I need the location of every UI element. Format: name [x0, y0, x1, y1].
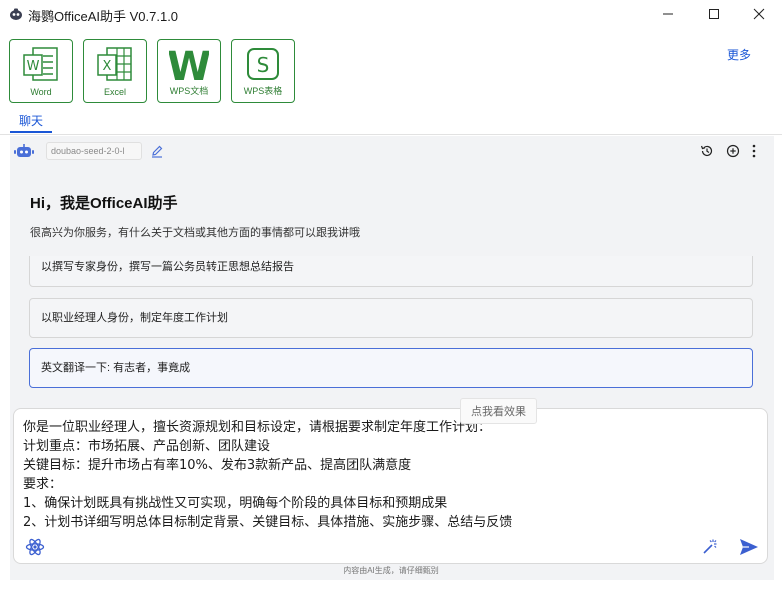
- close-icon: [753, 8, 765, 20]
- greeting-subtitle: 很高兴为你服务，有什么关于文档或其他方面的事情都可以跟我讲哦: [30, 227, 360, 239]
- word-doc-icon: W: [23, 47, 58, 81]
- app-tile-label: Word: [30, 87, 52, 97]
- prompt-line: 你是一位职业经理人，擅长资源规划和目标设定，请根据要求制定年度工作计划：: [23, 420, 492, 435]
- svg-text:W: W: [169, 46, 209, 84]
- title-bar: 海鹦OfficeAI助手 V0.7.1.0: [0, 0, 782, 28]
- greeting-title: Hi，我是OfficeAI助手: [30, 195, 178, 212]
- prompt-line: 2、计划书详细写明总体目标制定背景、关键目标、具体措施、实施步骤、总结与反馈: [23, 515, 513, 530]
- tab-divider: [0, 134, 782, 135]
- app-tile-wps-spreadsheet[interactable]: S WPS表格: [231, 39, 295, 103]
- edit-pencil-icon[interactable]: [150, 144, 164, 158]
- parrot-logo-icon: [10, 8, 22, 20]
- prompt-input[interactable]: 你是一位职业经理人，擅长资源规划和目标设定，请根据要求制定年度工作计划： 计划重…: [13, 408, 768, 564]
- active-tab-indicator: [10, 131, 52, 133]
- more-options-icon[interactable]: [750, 144, 758, 158]
- maximize-icon: [709, 9, 719, 19]
- prompt-line: 要求：: [23, 477, 63, 492]
- excel-sheet-icon: X: [97, 47, 132, 81]
- send-icon[interactable]: [739, 538, 759, 556]
- prompt-line: 关键目标：提升市场占有率10%、发布3款新产品、提高团队满意度: [23, 458, 412, 473]
- prompt-line: 计划重点：市场拓展、产品创新、团队建设: [23, 439, 271, 454]
- minimize-button[interactable]: [645, 0, 691, 28]
- svg-text:W: W: [27, 59, 40, 74]
- magic-wand-icon[interactable]: [701, 538, 719, 556]
- model-toolbar: doubao-seed-2-0-l: [10, 136, 774, 166]
- app-tile-word[interactable]: W Word: [9, 39, 73, 103]
- model-select[interactable]: doubao-seed-2-0-l: [46, 142, 142, 160]
- wps-spreadsheet-icon: S: [247, 48, 279, 80]
- robot-icon: [14, 144, 34, 157]
- prompt-text[interactable]: 你是一位职业经理人，擅长资源规划和目标设定，请根据要求制定年度工作计划： 计划重…: [23, 418, 758, 532]
- wps-writer-icon: W: [169, 46, 209, 84]
- tab-chat[interactable]: 聊天: [19, 112, 43, 129]
- maximize-button[interactable]: [691, 0, 737, 28]
- suggestion-item[interactable]: 以撰写专家身份，撰写一篇公务员转正思想总结报告: [29, 256, 753, 287]
- close-button[interactable]: [736, 0, 782, 28]
- app-tile-excel[interactable]: X Excel: [83, 39, 147, 103]
- svg-text:X: X: [103, 59, 112, 74]
- window-title: 海鹦OfficeAI助手 V0.7.1.0: [28, 9, 179, 24]
- ai-disclaimer: 内容由AI生成，请仔细甄别: [343, 566, 439, 575]
- suggestion-item[interactable]: 以职业经理人身份，制定年度工作计划: [29, 298, 753, 338]
- prompt-line: 1、确保计划既具有挑战性又可实现，明确每个阶段的具体目标和预期成果: [23, 496, 448, 511]
- app-tile-wps-writer[interactable]: W WPS文档: [157, 39, 221, 103]
- minimize-icon: [663, 13, 673, 15]
- app-tile-label: WPS文档: [169, 86, 209, 96]
- svg-text:S: S: [257, 53, 270, 77]
- suggestion-item-active[interactable]: 英文翻译一下: 有志者，事竟成: [29, 348, 753, 388]
- app-tile-label: WPS表格: [243, 86, 283, 96]
- atom-icon[interactable]: [25, 537, 45, 557]
- history-icon[interactable]: [700, 144, 714, 158]
- app-tile-label: Excel: [103, 87, 126, 97]
- suggestion-list: 以撰写专家身份，撰写一篇公务员转正思想总结报告 以职业经理人身份，制定年度工作计…: [10, 256, 774, 390]
- new-chat-icon[interactable]: [726, 144, 740, 158]
- more-link[interactable]: 更多: [727, 46, 751, 63]
- tooltip: 点我看效果: [460, 398, 537, 424]
